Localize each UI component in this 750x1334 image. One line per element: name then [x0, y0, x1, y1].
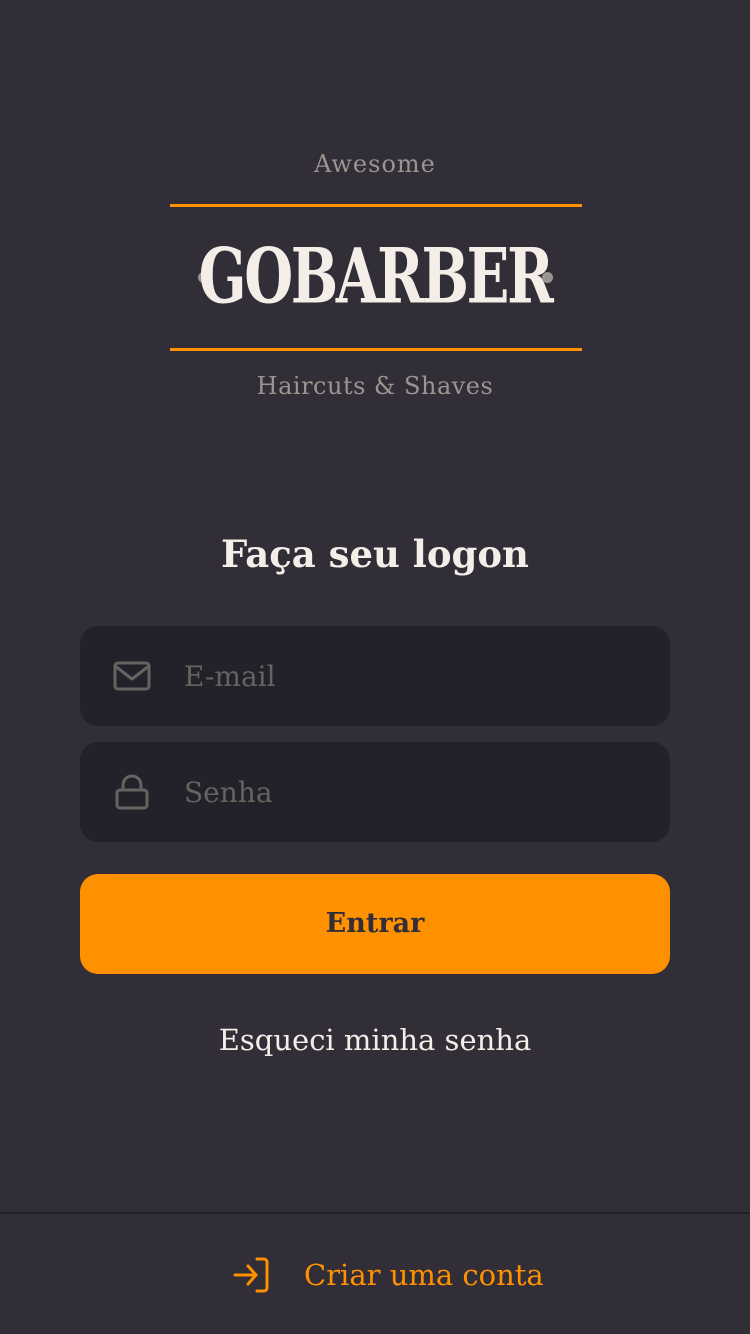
password-input[interactable] [184, 742, 644, 842]
create-account-label: Criar uma conta [304, 1258, 544, 1292]
mail-icon [112, 658, 152, 694]
log-in-icon [232, 1255, 272, 1295]
logo-top-text: Awesome [314, 150, 436, 178]
page-title: Faça seu logon [221, 532, 529, 576]
forgot-password-link[interactable]: Esqueci minha senha [0, 1018, 750, 1062]
email-input[interactable] [184, 626, 644, 726]
footer: Criar uma conta [0, 1212, 750, 1334]
email-field[interactable] [80, 626, 670, 726]
logo: Awesome GOBARBER Haircuts & Shaves [0, 0, 750, 420]
lock-icon [112, 774, 152, 810]
create-account-link[interactable]: Criar uma conta [232, 1250, 544, 1300]
logo-right-dot [542, 272, 553, 283]
login-button[interactable]: Entrar [80, 874, 670, 974]
logo-top-rule [170, 204, 582, 207]
logo-bottom-text: Haircuts & Shaves [256, 372, 494, 400]
logo-brand-text: GOBARBER [198, 230, 554, 321]
logo-bottom-rule [170, 348, 582, 351]
password-field[interactable] [80, 742, 670, 842]
